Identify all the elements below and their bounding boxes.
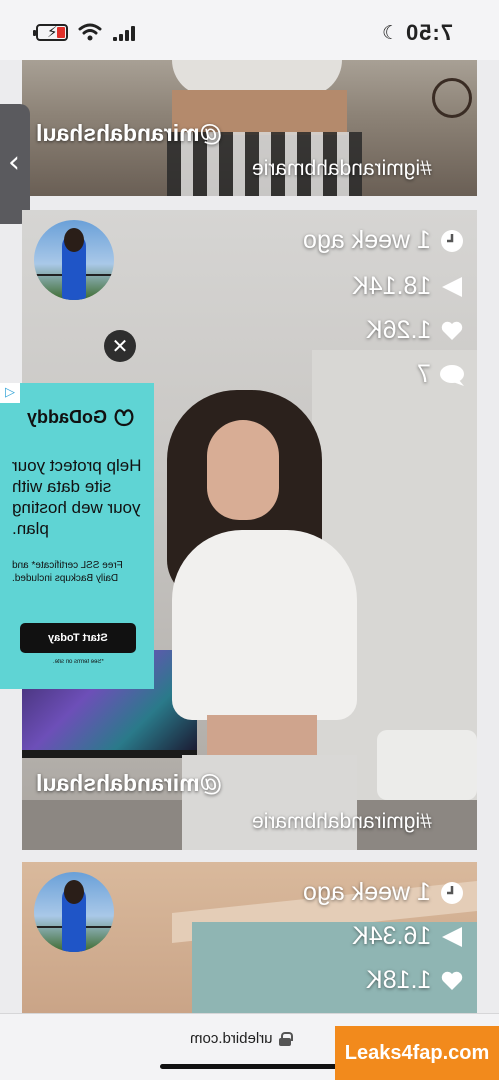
address-bar[interactable]: urlebird.com xyxy=(190,1030,293,1047)
view-count: 16.34K xyxy=(352,922,465,951)
play-icon xyxy=(439,924,465,950)
hashtag[interactable]: #igmirandahbmarie xyxy=(252,810,432,834)
ad-brand-logo: GoDaddy xyxy=(16,405,146,429)
lock-icon xyxy=(278,1031,293,1046)
comment-icon xyxy=(439,362,465,388)
close-ad-button[interactable]: ✕ xyxy=(104,330,136,362)
close-icon: ✕ xyxy=(111,334,129,358)
ad-choices-icon[interactable]: ▷ xyxy=(0,383,20,403)
side-tab[interactable]: ‹ xyxy=(0,104,30,224)
like-count: 1.18K xyxy=(366,966,465,995)
battery-icon: ⚡ xyxy=(33,23,68,41)
posted-time: 1 week ago xyxy=(303,878,465,907)
clock-icon xyxy=(439,228,465,254)
status-bar: ⚡ ☾ 7:50 xyxy=(0,0,499,60)
comment-count: 7 xyxy=(417,360,465,389)
ad-body: Free SSL certificate* and Daily Backups … xyxy=(12,560,123,584)
page: ⚡ ☾ 7:50 @mirandahshaul #igmirandahbmari… xyxy=(0,0,499,1080)
avatar[interactable] xyxy=(34,872,114,952)
ad-terms: *See terms on site. xyxy=(52,659,104,665)
author-handle[interactable]: @mirandahshaul xyxy=(36,770,222,797)
home-indicator[interactable] xyxy=(160,1064,340,1069)
url-text: urlebird.com xyxy=(190,1030,273,1047)
clock-icon xyxy=(439,880,465,906)
ad-banner[interactable]: ▷ GoDaddy Help protect your site data wi… xyxy=(0,383,154,689)
ad-headline: Help protect your site data with your we… xyxy=(12,456,142,538)
heart-icon xyxy=(439,318,465,344)
hashtag[interactable]: #igmirandahbmarie xyxy=(252,157,432,181)
heart-icon xyxy=(439,968,465,994)
author-handle[interactable]: @mirandahshaul xyxy=(36,120,222,147)
view-count: 18.14K xyxy=(352,272,465,301)
play-icon xyxy=(439,274,465,300)
godaddy-icon xyxy=(114,409,134,427)
video-card[interactable]: @mirandahshaul #igmirandahbmarie xyxy=(22,60,477,196)
avatar[interactable] xyxy=(34,220,114,300)
video-card[interactable]: 1 week ago 16.34K 1.18K xyxy=(22,862,477,1022)
status-time: 7:50 xyxy=(405,20,454,45)
signal-icon xyxy=(113,26,135,41)
do-not-disturb-icon: ☾ xyxy=(382,22,400,44)
like-count: 1.26K xyxy=(366,316,465,345)
chevron-left-icon: ‹ xyxy=(8,145,20,180)
wifi-icon xyxy=(78,23,102,41)
posted-time: 1 week ago xyxy=(303,226,465,255)
ad-cta-button[interactable]: Start Today xyxy=(20,623,136,653)
watermark: Leaks4fap.com xyxy=(335,1026,499,1080)
